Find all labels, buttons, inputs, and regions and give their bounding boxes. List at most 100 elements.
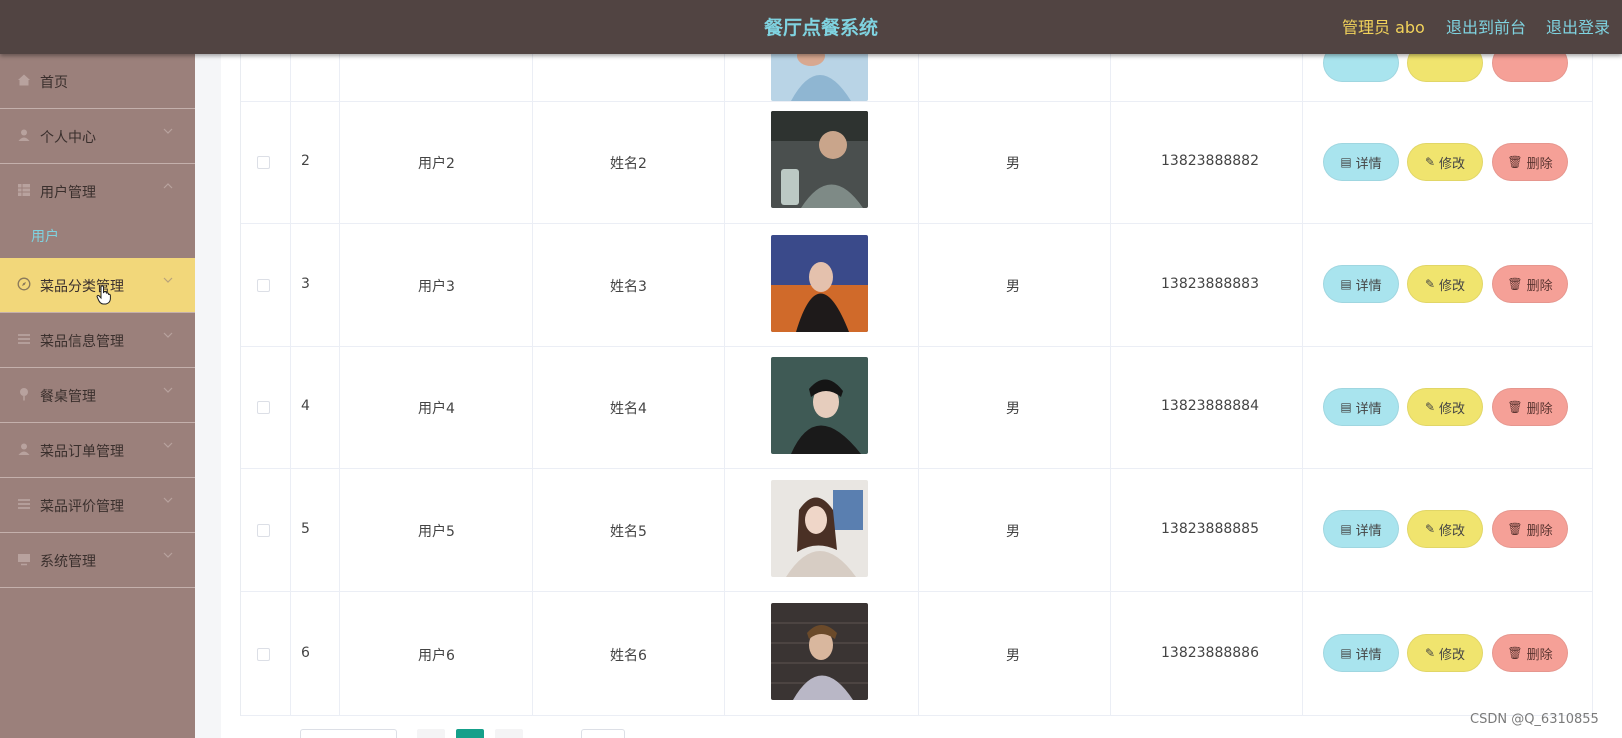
sidebar-item-label: 用户管理: [40, 185, 96, 201]
sidebar-item-label: 菜品信息管理: [40, 334, 124, 350]
row-id: 4: [301, 398, 310, 414]
user-table: 2 用户2 姓名2 男 13823888882 ▤ 详情 ✎ 修改 🗑 删除 3 用户…: [240, 14, 1593, 716]
row-checkbox[interactable]: [257, 401, 270, 414]
table-row: 6 用户6 姓名6 男 13823888886 ▤ 详情 ✎ 修改 🗑 删除: [241, 592, 1593, 716]
edit-button[interactable]: ✎ 修改: [1407, 510, 1483, 548]
document-icon: ▤: [1340, 277, 1352, 291]
sidebar-item-label: 首页: [40, 75, 68, 91]
document-icon: ▤: [1340, 522, 1352, 536]
watermark: CSDN @Q_6310855: [1470, 712, 1599, 727]
trash-icon: 🗑: [1507, 155, 1523, 169]
document-icon: ▤: [1340, 155, 1352, 169]
sidebar-item-home[interactable]: 首页: [0, 54, 195, 109]
sidebar-item-label: 餐桌管理: [40, 389, 96, 405]
top-header: 餐厅点餐系统 管理员 abo 退出到前台 退出登录: [0, 0, 1622, 54]
edit-button[interactable]: ✎ 修改: [1407, 634, 1483, 672]
delete-button[interactable]: 🗑 删除: [1492, 388, 1568, 426]
table-row: 4 用户4 姓名4 男 13823888884 ▤ 详情 ✎ 修改 🗑 删除: [241, 347, 1593, 469]
exit-to-front-link[interactable]: 退出到前台: [1446, 14, 1526, 38]
detail-button[interactable]: ▤ 详情: [1323, 634, 1399, 672]
sidebar-item-label: 个人中心: [40, 130, 96, 146]
user-phone: 13823888882: [1161, 153, 1259, 169]
pencil-icon: ✎: [1424, 646, 1436, 660]
edit-button[interactable]: ✎ 修改: [1407, 265, 1483, 303]
table-row: 2 用户2 姓名2 男 13823888882 ▤ 详情 ✎ 修改 🗑 删除: [241, 102, 1593, 224]
page-size-select[interactable]: [300, 729, 397, 738]
user-photo: [771, 111, 868, 208]
user-phone: 13823888885: [1161, 521, 1259, 537]
user-photo: [771, 480, 868, 577]
column-divider: [918, 54, 919, 716]
user-name: 姓名5: [610, 524, 647, 540]
pin-icon: [17, 387, 31, 401]
sidebar-item-dish-orders[interactable]: 菜品订单管理: [0, 423, 195, 478]
sidebar-item-dish-reviews[interactable]: 菜品评价管理: [0, 478, 195, 533]
user-photo: [771, 603, 868, 700]
user-account: 用户6: [418, 648, 455, 664]
sidebar: 首页 个人中心 用户管理 用户 菜品分类管理 菜品信息管理 餐桌管理 菜品订单管…: [0, 54, 195, 738]
row-id: 2: [301, 153, 310, 169]
chevron-down-icon: [163, 275, 173, 288]
detail-button[interactable]: ▤ 详情: [1323, 510, 1399, 548]
goto-page-input[interactable]: [581, 729, 625, 738]
row-checkbox[interactable]: [257, 524, 270, 537]
edit-button[interactable]: ✎ 修改: [1407, 143, 1483, 181]
page-number-button[interactable]: [456, 729, 484, 738]
delete-button[interactable]: 🗑 删除: [1492, 510, 1568, 548]
user-account: 用户4: [418, 401, 455, 417]
next-page-button[interactable]: [495, 729, 523, 738]
detail-button[interactable]: ▤ 详情: [1323, 143, 1399, 181]
user-gender: 男: [1006, 401, 1020, 417]
compass-icon: [17, 277, 31, 291]
user-photo: [771, 357, 868, 454]
user-phone: 13823888884: [1161, 398, 1259, 414]
user-name: 姓名3: [610, 279, 647, 295]
row-checkbox[interactable]: [257, 156, 270, 169]
row-checkbox[interactable]: [257, 648, 270, 661]
user-account: 用户3: [418, 279, 455, 295]
sidebar-item-dish-info[interactable]: 菜品信息管理: [0, 313, 195, 368]
list-icon: [17, 497, 31, 511]
user-photo: [771, 235, 868, 332]
chevron-down-icon: [163, 495, 173, 508]
chevron-down-icon: [163, 550, 173, 563]
detail-button[interactable]: ▤ 详情: [1323, 388, 1399, 426]
column-divider: [1592, 54, 1593, 716]
grid-icon: [17, 183, 31, 197]
table-row: 3 用户3 姓名3 男 13823888883 ▤ 详情 ✎ 修改 🗑 删除: [241, 224, 1593, 347]
pencil-icon: ✎: [1424, 277, 1436, 291]
sidebar-item-label: 系统管理: [40, 554, 96, 570]
app-title: 餐厅点餐系统: [764, 17, 879, 39]
chevron-down-icon: [163, 440, 173, 453]
edit-button[interactable]: ✎ 修改: [1407, 388, 1483, 426]
row-id: 5: [301, 521, 310, 537]
sidebar-subitem-user[interactable]: 用户: [0, 211, 195, 259]
chevron-up-icon: [163, 181, 173, 194]
chevron-down-icon: [163, 126, 173, 139]
sidebar-item-table-management[interactable]: 餐桌管理: [0, 368, 195, 423]
row-checkbox[interactable]: [257, 279, 270, 292]
prev-page-button[interactable]: [417, 729, 445, 738]
user-account: 用户5: [418, 524, 455, 540]
column-divider: [724, 54, 725, 716]
sidebar-item-system-management[interactable]: 系统管理: [0, 533, 195, 588]
sidebar-item-label: 菜品评价管理: [40, 499, 124, 515]
trash-icon: 🗑: [1507, 646, 1523, 660]
list-icon: [17, 332, 31, 346]
detail-button[interactable]: ▤ 详情: [1323, 265, 1399, 303]
admin-label: 管理员 abo: [1342, 18, 1425, 37]
user-gender: 男: [1006, 648, 1020, 664]
column-divider: [532, 54, 533, 716]
user-name: 姓名4: [610, 401, 647, 417]
sidebar-item-personal-center[interactable]: 个人中心: [0, 109, 195, 164]
column-divider: [1302, 54, 1303, 716]
delete-button[interactable]: 🗑 删除: [1492, 143, 1568, 181]
column-divider: [1110, 54, 1111, 716]
logout-link[interactable]: 退出登录: [1546, 14, 1610, 38]
delete-button[interactable]: 🗑 删除: [1492, 634, 1568, 672]
sidebar-subitem-label: 用户: [31, 229, 59, 245]
delete-button[interactable]: 🗑 删除: [1492, 265, 1568, 303]
user-phone: 13823888883: [1161, 276, 1259, 292]
table-row: 5 用户5 姓名5 男 13823888885 ▤ 详情 ✎ 修改 🗑 删除: [241, 469, 1593, 592]
user-name: 姓名6: [610, 648, 647, 664]
